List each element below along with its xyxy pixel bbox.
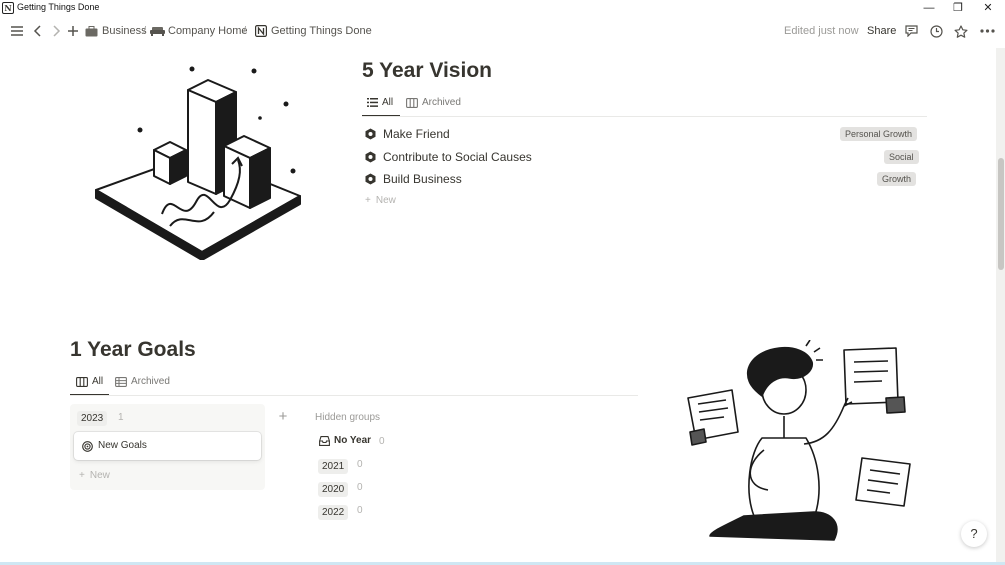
hidden-group-2022[interactable]: 2022 [318, 505, 349, 520]
tab-label: Archived [422, 97, 461, 108]
vision-new-button[interactable]: + New [365, 195, 396, 206]
new-label: New [375, 195, 396, 206]
inbox-icon [319, 435, 330, 446]
list-icon [367, 98, 378, 107]
tab-label: Archived [131, 376, 170, 387]
goals-new-button[interactable]: + New [79, 470, 110, 481]
vision-row[interactable]: Build Business [365, 172, 462, 186]
breadcrumb-company-home[interactable]: Company Home [168, 25, 247, 37]
close-button[interactable]: ✕ [973, 0, 1003, 16]
top-bar: Business / Company Home / Getting Things… [0, 18, 1005, 44]
tag-personal-growth: Personal Growth [840, 127, 918, 141]
tab-goals-archived[interactable]: Archived [115, 376, 170, 387]
tab-label: All [92, 376, 104, 387]
share-button[interactable]: Share [867, 25, 896, 37]
group-count: 0 [357, 505, 363, 516]
hidden-group-2021[interactable]: 2021 [318, 459, 349, 474]
vision-title: 5 Year Vision [362, 59, 492, 82]
sofa-icon [149, 22, 165, 40]
compass-icon [365, 128, 376, 140]
add-icon[interactable] [65, 22, 81, 40]
breadcrumb-separator: / [243, 25, 247, 37]
column-header-2023[interactable]: 2023 [77, 411, 108, 426]
vision-row-title: Make Friend [383, 127, 450, 141]
restore-button[interactable]: ❐ [943, 0, 973, 16]
vision-row[interactable]: Make Friend [365, 127, 450, 141]
window-title: Getting Things Done [17, 2, 100, 12]
breadcrumb-separator: / [143, 25, 147, 37]
forward-icon[interactable] [48, 22, 64, 40]
help-button[interactable]: ? [961, 521, 987, 547]
hidden-group-2020[interactable]: 2020 [318, 482, 349, 497]
group-count: 0 [357, 459, 363, 470]
plus-icon: + [79, 470, 85, 481]
new-label: New [89, 470, 110, 481]
group-count: 0 [357, 482, 363, 493]
tab-label: All [382, 97, 394, 108]
goals-title: 1 Year Goals [70, 338, 196, 361]
tag-growth: Growth [877, 172, 917, 186]
favorite-icon[interactable] [953, 22, 969, 40]
minimize-button[interactable]: — [914, 0, 944, 16]
breadcrumb-business[interactable]: Business [102, 25, 147, 37]
table-icon [115, 376, 127, 387]
scrollbar-track[interactable] [996, 48, 1005, 562]
vision-row-title: Contribute to Social Causes [383, 150, 532, 164]
plus-icon: + [365, 195, 371, 206]
notion-app-icon: N [2, 2, 14, 14]
hidden-group-no-year[interactable]: No Year [319, 435, 371, 446]
vision-row-title: Build Business [383, 172, 462, 186]
group-count: 0 [379, 436, 385, 447]
edited-status: Edited just now [784, 25, 859, 37]
menu-icon[interactable] [8, 22, 26, 40]
tab-vision-all[interactable]: All [367, 97, 393, 108]
column-count: 1 [118, 412, 124, 423]
goal-card-title: New Goals [98, 440, 147, 451]
target-icon [82, 441, 93, 452]
notion-logo-icon [254, 22, 267, 40]
tabs-divider [70, 395, 638, 396]
back-icon[interactable] [30, 22, 46, 40]
scrollbar-thumb[interactable] [998, 158, 1004, 270]
bar-chart-illustration [95, 66, 301, 260]
briefcase-icon [84, 22, 98, 40]
breadcrumb-getting-things-done[interactable]: Getting Things Done [271, 25, 372, 37]
tabs-divider [362, 116, 927, 117]
board-icon [406, 97, 418, 108]
comments-icon[interactable] [903, 22, 919, 40]
compass-icon [365, 173, 376, 185]
more-icon[interactable] [978, 22, 996, 40]
hidden-groups-label: Hidden groups [315, 412, 381, 423]
board-icon [76, 376, 88, 387]
tag-social: Social [884, 150, 919, 164]
vision-row[interactable]: Contribute to Social Causes [365, 150, 532, 164]
tab-goals-all[interactable]: All [76, 376, 103, 387]
add-group-button[interactable]: + [273, 407, 293, 427]
goal-card[interactable]: New Goals [74, 432, 261, 460]
tab-vision-archived[interactable]: Archived [406, 97, 461, 108]
person-illustration [687, 340, 911, 541]
window-titlebar: N Getting Things Done — ❐ ✕ [0, 0, 1005, 16]
compass-icon [365, 151, 376, 163]
updates-icon[interactable] [928, 22, 944, 40]
group-label: No Year [334, 435, 372, 446]
